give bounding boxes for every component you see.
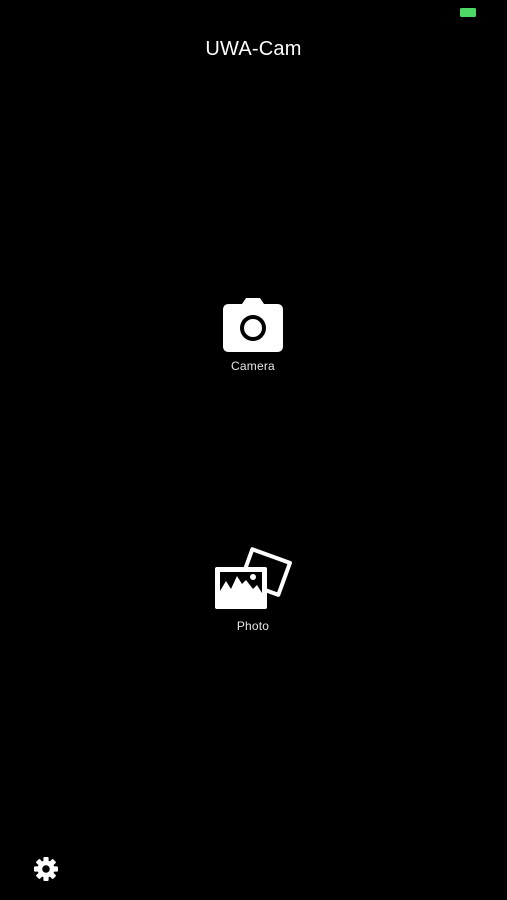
- camera-icon: [223, 298, 283, 352]
- settings-button[interactable]: [33, 856, 59, 882]
- battery-icon: [460, 8, 476, 17]
- camera-label: Camera: [231, 359, 275, 373]
- camera-button[interactable]: Camera: [193, 296, 313, 382]
- photos-icon: [215, 547, 292, 609]
- status-bar: [0, 0, 507, 28]
- gear-icon: [34, 857, 58, 881]
- app-screen: UWA-Cam Camera Photo: [0, 0, 507, 900]
- app-title: UWA-Cam: [205, 38, 302, 60]
- photo-label: Photo: [236, 619, 270, 633]
- photo-button[interactable]: Photo: [193, 543, 313, 643]
